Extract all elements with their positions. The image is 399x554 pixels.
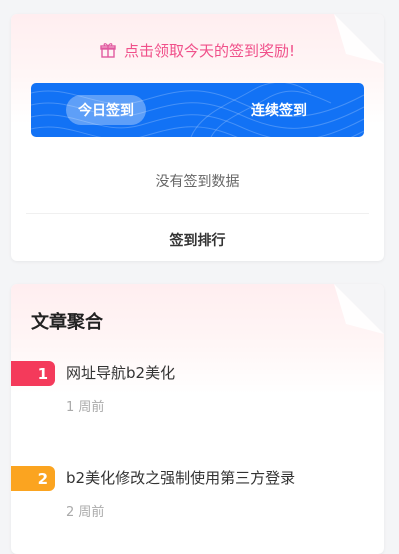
article-aggregation-card: 文章聚合 1 网址导航b2美化 1 周前 2 b2美化修改之强制使用第三方登录 … xyxy=(11,284,384,554)
article-title-link[interactable]: 网址导航b2美化 xyxy=(66,362,175,383)
article-item[interactable]: 2 b2美化修改之强制使用第三方登录 2 周前 xyxy=(11,461,384,531)
rank-badge: 2 xyxy=(11,466,55,491)
article-time: 1 周前 xyxy=(66,400,105,415)
page-fold-decoration xyxy=(334,284,384,334)
checkin-bar: 今日签到 连续签到 xyxy=(31,83,364,137)
checkin-ranking-link[interactable]: 签到排行 xyxy=(11,230,384,250)
empty-checkin-text: 没有签到数据 xyxy=(155,174,240,190)
rank-badge: 1 xyxy=(11,361,55,386)
streak-checkin-button[interactable]: 连续签到 xyxy=(239,95,319,125)
article-time: 2 周前 xyxy=(66,505,105,520)
checkin-card: 点击领取今天的签到奖励! 今日签到 连续签到 没有签到数据 签到排行 xyxy=(11,14,384,261)
divider xyxy=(26,213,369,214)
reward-text: 点击领取今天的签到奖励! xyxy=(123,41,295,60)
article-title-link[interactable]: b2美化修改之强制使用第三方登录 xyxy=(66,467,295,488)
section-title: 文章聚合 xyxy=(31,312,103,333)
gift-icon xyxy=(100,43,116,58)
claim-reward-link[interactable]: 点击领取今天的签到奖励! xyxy=(11,38,384,62)
article-item[interactable]: 1 网址导航b2美化 1 周前 xyxy=(11,356,384,426)
today-checkin-button[interactable]: 今日签到 xyxy=(66,95,146,125)
